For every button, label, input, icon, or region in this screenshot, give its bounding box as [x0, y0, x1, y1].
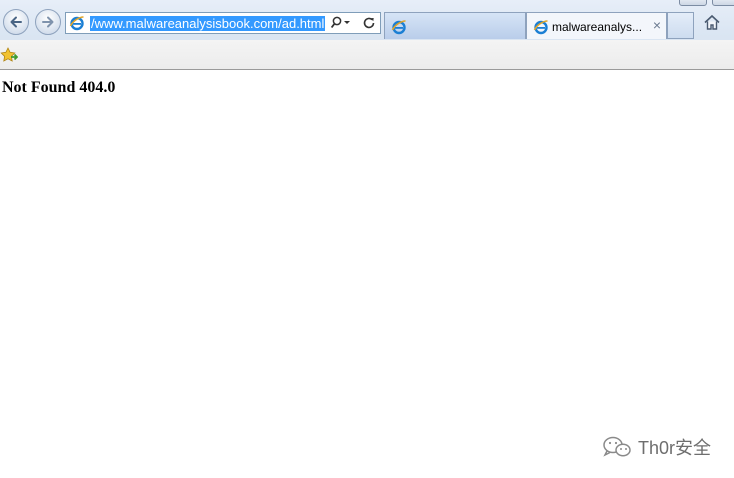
forward-button[interactable]: [35, 9, 61, 35]
maximize-button[interactable]: [712, 0, 734, 6]
minimize-button[interactable]: [679, 0, 707, 6]
tab-title: malwareanalys...: [552, 20, 643, 34]
search-dropdown-button[interactable]: [329, 15, 353, 31]
watermark-text: Th0r安全: [638, 438, 712, 458]
page-title: Not Found 404.0: [2, 79, 116, 96]
add-to-favorites-icon[interactable]: [0, 47, 19, 68]
search-icon: [330, 16, 350, 29]
page-content: Not Found 404.0: [0, 71, 734, 478]
close-tab-icon[interactable]: ×: [653, 17, 661, 33]
back-arrow-icon: [10, 16, 22, 28]
refresh-button[interactable]: [360, 15, 378, 31]
home-icon[interactable]: [703, 14, 721, 36]
wechat-icon: [603, 436, 631, 457]
watermark: Th0r安全: [602, 434, 711, 460]
ie-icon: [391, 19, 407, 40]
favorites-bar: [0, 40, 734, 70]
tab-2[interactable]: malwareanalys... ×: [526, 12, 667, 39]
tab-1[interactable]: [384, 12, 526, 39]
address-bar[interactable]: /www.malwareanalysisbook.com/ad.html: [65, 12, 381, 34]
back-button[interactable]: [3, 9, 29, 35]
url-text[interactable]: /www.malwareanalysisbook.com/ad.html: [90, 16, 326, 31]
forward-arrow-icon: [42, 16, 54, 28]
refresh-icon: [363, 17, 375, 29]
new-tab-button[interactable]: [667, 12, 694, 39]
ie-icon: [533, 19, 549, 40]
ie-icon: [69, 15, 85, 36]
